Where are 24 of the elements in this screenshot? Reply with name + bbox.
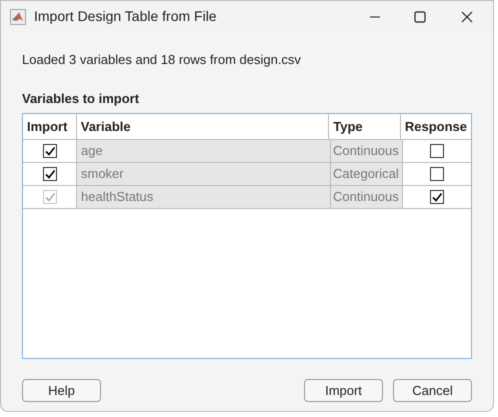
table-cell: smoker <box>77 163 331 185</box>
checkbox[interactable] <box>430 144 444 158</box>
table-cell: Continuous <box>331 140 403 162</box>
column-header[interactable]: Variable <box>76 114 330 139</box>
checkbox[interactable] <box>430 190 444 204</box>
checkbox[interactable] <box>430 167 444 181</box>
table-cell: age <box>77 140 331 162</box>
close-icon[interactable] <box>461 10 473 22</box>
checkbox[interactable] <box>42 144 56 158</box>
column-header[interactable]: Response <box>400 114 472 139</box>
section-title: Variables to import <box>22 90 140 108</box>
table-cell: Categorical <box>331 163 403 185</box>
app-logo-icon <box>10 8 26 24</box>
column-header[interactable]: Import <box>23 114 77 139</box>
help-button[interactable]: Help <box>22 379 101 402</box>
dialog-button[interactable]: Cancel <box>393 379 472 402</box>
table-cell: Continuous <box>331 186 403 208</box>
column-header[interactable]: Type <box>329 114 401 139</box>
status-message: Loaded 3 variables and 18 rows from design.csv <box>22 51 302 69</box>
checkbox[interactable] <box>42 167 56 181</box>
dialog-button[interactable]: Import <box>304 379 383 402</box>
window-title: Import Design Table from File <box>34 7 217 26</box>
table-cell: healthStatus <box>77 186 331 208</box>
maximize-icon[interactable] <box>414 10 426 22</box>
